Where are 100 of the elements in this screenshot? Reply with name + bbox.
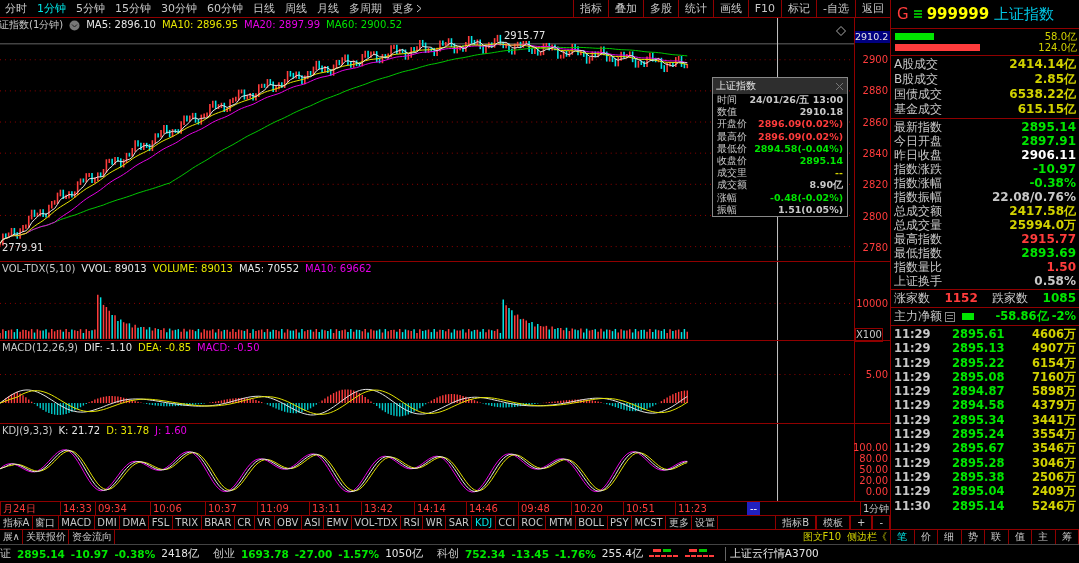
tick-time: 11:29	[894, 327, 932, 342]
stat-value: -0.38%	[1029, 176, 1076, 190]
tick-price: 2895.08	[952, 369, 1006, 385]
time-axis-label: 11:09	[257, 502, 309, 516]
stat-label: 总成交量	[894, 218, 942, 232]
stat-label: 指数涨跌	[894, 162, 942, 176]
tick-price: 2895.14	[952, 498, 1006, 513]
indicator-legend: D: 31.78	[106, 425, 150, 438]
period-tab[interactable]: 分时	[0, 0, 32, 17]
index-name: 证	[0, 547, 11, 561]
period-tab[interactable]: 多周期	[344, 0, 387, 17]
indicator-tab[interactable]: SAR	[446, 516, 473, 530]
stat-value: -2%	[1051, 309, 1076, 324]
period-tab[interactable]: 月线	[312, 0, 344, 17]
indicator-tab[interactable]: CR	[234, 516, 255, 530]
side-link[interactable]: 图文F10	[799, 530, 844, 544]
tick-time: 11:29	[894, 369, 932, 385]
stat-label: 上证换手	[894, 274, 942, 288]
tick-time: 11:30	[894, 498, 932, 513]
indicator-legend: VOLUME: 89013	[152, 262, 233, 275]
indicator-tab[interactable]: 指标A	[0, 516, 33, 530]
tooltip-title: 上证指数	[716, 79, 756, 93]
template-tab[interactable]: 指标B	[775, 516, 816, 530]
index-percent: -0.38%	[114, 548, 156, 560]
template-tab[interactable]: 模板	[816, 516, 850, 530]
indicator-tab[interactable]: 窗口	[32, 516, 59, 530]
indicator-tab[interactable]: DMI	[94, 516, 121, 530]
indicator-legend: MA10: 69662	[305, 262, 372, 275]
stock-name: 上证指数	[994, 4, 1055, 24]
tooltip-label: 时间	[717, 94, 737, 107]
tooltip-value: --	[835, 167, 843, 180]
period-tab[interactable]: 15分钟	[110, 0, 156, 17]
tick-time: 11:29	[894, 484, 932, 499]
moving-average-legend: MA20: 2897.99	[244, 19, 321, 31]
index-price: 2895.14	[17, 548, 65, 560]
tick-time: 11:29	[894, 441, 932, 456]
template-tab[interactable]: +	[850, 516, 873, 530]
axis-label: 80.00	[859, 453, 888, 465]
stat-label: 总成交额	[894, 204, 942, 218]
indicator-tab[interactable]: MACD	[58, 516, 95, 530]
tooltip-label: 收盘价	[717, 155, 747, 167]
period-tab[interactable]: 1分钟	[32, 0, 71, 17]
time-axis-label: 09:34	[95, 502, 150, 516]
tooltip-label: 涨幅	[717, 191, 737, 204]
period-tab[interactable]: 更多	[387, 0, 427, 17]
tick-volume: 4606万	[1031, 327, 1076, 342]
index-amount: 255.4亿	[601, 547, 643, 561]
indicator-tab[interactable]: WR	[423, 516, 447, 530]
indicator-tab[interactable]: 更多	[666, 516, 693, 530]
tooltip-label: 最高价	[717, 130, 747, 143]
indicator-tab[interactable]: ASI	[301, 516, 324, 530]
indicator-tab[interactable]: OBV	[274, 516, 302, 530]
indicator-legend: MACD: -0.50	[197, 342, 260, 355]
template-tab[interactable]: -	[872, 516, 890, 530]
tooltip-label: 成交额	[717, 179, 747, 192]
period-tab[interactable]: 5分钟	[71, 0, 110, 17]
tick-volume: 5898万	[1031, 384, 1076, 399]
tick-price: 2895.38	[952, 469, 1006, 485]
indicator-tab[interactable]: BRAR	[201, 516, 235, 530]
price-tag: 2910.2	[855, 31, 890, 43]
tooltip-label: 数值	[717, 106, 737, 119]
tooltip-label: 最低价	[717, 142, 747, 155]
side-link[interactable]: 侧边栏《	[844, 530, 890, 544]
indicator-tab[interactable]: KDJ	[472, 516, 496, 530]
high-price-label: 2915.77	[504, 30, 546, 41]
period-tab[interactable]: 60分钟	[202, 0, 248, 17]
indicator-tab[interactable]: MCST	[632, 516, 667, 530]
axis-label: 2840	[862, 148, 888, 160]
time-axis-label: 10:37	[205, 502, 257, 516]
indicator-legend: MACD(12,26,9)	[2, 342, 78, 355]
indicator-tab[interactable]: RSI	[401, 516, 424, 530]
indicator-legend: VVOL: 89013	[81, 262, 147, 275]
stat-value: 22.08/0.76%	[992, 190, 1076, 204]
stat-value: 2.85亿	[1034, 72, 1076, 87]
tick-time: 11:29	[894, 455, 932, 470]
indicator-tab[interactable]: DMA	[120, 516, 150, 530]
stat-value: -58.86亿	[995, 309, 1049, 324]
axis-label: 2820	[862, 179, 888, 192]
indicator-tab[interactable]: EMV	[324, 516, 352, 530]
index-percent: -1.57%	[338, 548, 380, 560]
indicator-tab[interactable]: 设置	[692, 516, 719, 530]
indicator-tab[interactable]: FSL	[149, 516, 173, 530]
index-price: 752.34	[464, 548, 506, 560]
indicator-tab[interactable]: VOL-TDX	[351, 516, 402, 530]
period-tab[interactable]: 周线	[280, 0, 312, 17]
indicator-tab[interactable]: BOLL	[575, 516, 608, 530]
tooltip-value: 1.51(0.05%)	[777, 203, 843, 217]
tick-volume: 3546万	[1031, 441, 1076, 456]
tick-price: 2895.22	[952, 355, 1006, 370]
indicator-tab[interactable]: MTM	[546, 516, 576, 530]
indicator-tab[interactable]: CCI	[495, 516, 519, 530]
time-axis-label: 10:20	[571, 502, 623, 516]
index-name: 科创	[436, 547, 459, 561]
period-tab[interactable]: 日线	[248, 0, 280, 17]
indicator-tab[interactable]: VR	[254, 516, 275, 530]
indicator-tab[interactable]: TRIX	[172, 516, 202, 530]
indicator-tab[interactable]: ROC	[518, 516, 547, 530]
tick-time: 11:29	[894, 469, 932, 485]
period-tab[interactable]: 30分钟	[156, 0, 202, 17]
indicator-tab[interactable]: PSY	[607, 516, 632, 530]
